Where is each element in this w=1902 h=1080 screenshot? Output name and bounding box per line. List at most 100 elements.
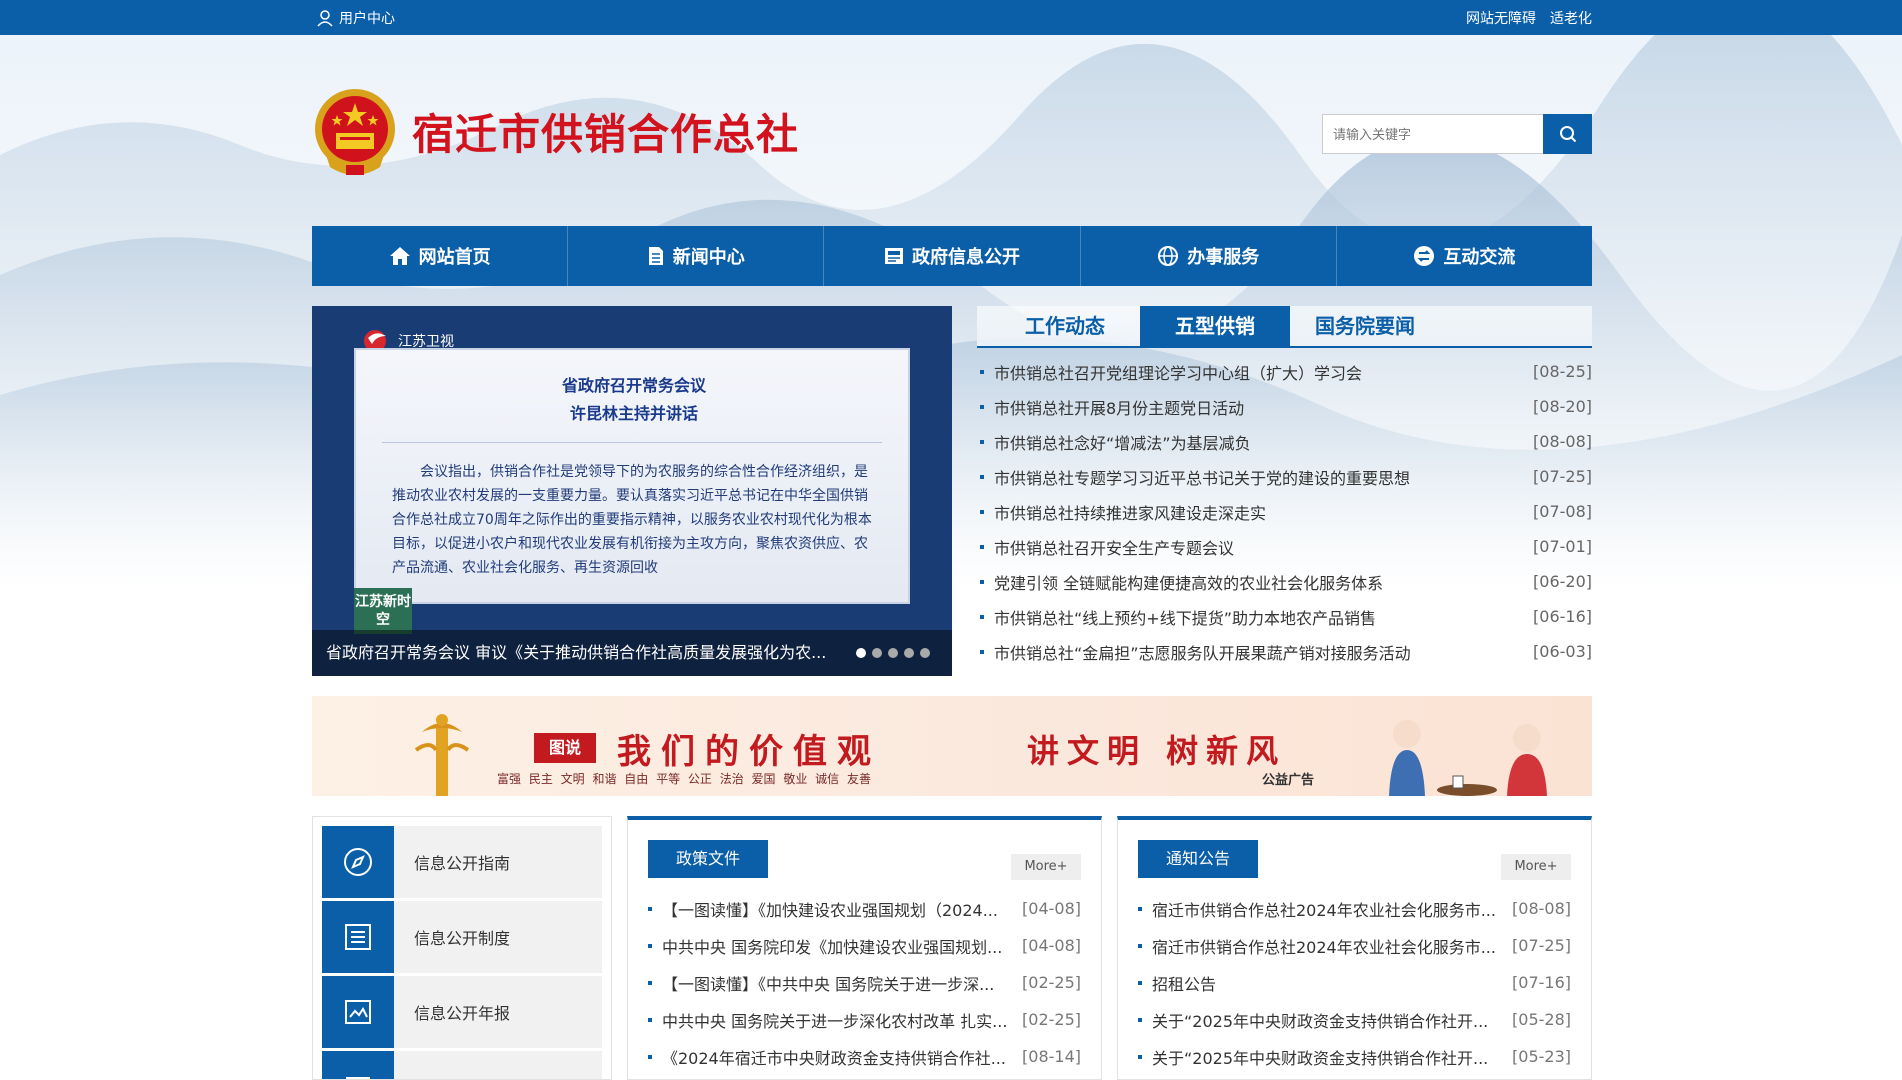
item-date: [04-08]	[1022, 899, 1081, 918]
sidebar-item-annual-report[interactable]: 信息公开年报	[322, 976, 602, 1048]
news-date: [08-25]	[1533, 362, 1592, 381]
news-list: 市供销总社召开党组理论学习中心组（扩大）学习会 [08-25] 市供销总社开展8月…	[977, 354, 1592, 669]
bullet	[648, 1054, 652, 1059]
nav-item-info-disclosure[interactable]: 政府信息公开	[824, 226, 1081, 286]
national-emblem-logo[interactable]	[312, 85, 398, 180]
item-title: 中共中央 国务院关于进一步深化农村改革 扎实...	[662, 1011, 1008, 1031]
list-item[interactable]: 市供销总社召开安全生产专题会议 [07-01]	[977, 529, 1592, 564]
list-item[interactable]: 市供销总社持续推进家风建设走深走实 [07-08]	[977, 494, 1592, 529]
banner-slogan: 讲文明 树新风	[1027, 732, 1287, 770]
list-item[interactable]: 【一图读懂】《中共中央 国务院关于进一步深... [02-25]	[648, 964, 1081, 1001]
banner-psa-label: 公益广告	[1262, 773, 1315, 788]
banner-values-list: 富强 民主 文明 和谐 自由 平等 公正 法治 爱国 敬业 诚信 友善	[497, 772, 871, 786]
top-bar: 用户中心 网站无障碍 适老化	[0, 0, 1902, 35]
list-item[interactable]: 市供销总社“金扁担”志愿服务队开展果蔬产销对接服务活动 [06-03]	[977, 634, 1592, 669]
values-banner[interactable]: 图说 我们的价值观 富强 民主 文明 和谐 自由 平等 公正 法治 爱国 敬业 …	[312, 696, 1592, 796]
elderly-mode-link[interactable]: 适老化	[1550, 8, 1592, 28]
carousel-dot[interactable]	[856, 648, 866, 658]
news-title: 市供销总社专题学习习近平总书记关于党的建设的重要思想	[994, 468, 1411, 488]
carousel-dot[interactable]	[904, 648, 914, 658]
sidebar-icon-box	[322, 976, 394, 1048]
item-title: 【一图读懂】《中共中央 国务院关于进一步深...	[662, 974, 995, 994]
news-title: 市供销总社念好“增减法”为基层减负	[994, 433, 1251, 453]
list-item[interactable]: 招租公告 [07-16]	[1138, 964, 1571, 1001]
search-icon	[1559, 126, 1576, 143]
nav-item-interaction[interactable]: 互动交流	[1337, 226, 1592, 286]
item-date: [02-25]	[1022, 973, 1081, 992]
tab-state-council-news[interactable]: 国务院要闻	[1290, 306, 1440, 346]
list-item[interactable]: 中共中央 国务院关于进一步深化农村改革 扎实... [02-25]	[648, 1001, 1081, 1038]
news-title: 市供销总社“线上预约+线下提货”助力本地农产品销售	[994, 608, 1376, 628]
item-date: [02-25]	[1022, 1010, 1081, 1029]
bullet	[648, 1017, 652, 1022]
bullet	[648, 943, 652, 948]
bullet	[980, 649, 984, 654]
list-item[interactable]: 宿迁市供销合作总社2024年农业社会化服务市... [08-08]	[1138, 890, 1571, 927]
search-button[interactable]	[1543, 114, 1592, 154]
tabbed-news: 工作动态 五型供销 国务院要闻 市供销总社召开党组理论学习中心组（扩大）学习会 […	[977, 306, 1592, 676]
tab-work-updates[interactable]: 工作动态	[990, 306, 1140, 346]
bullet	[648, 906, 652, 911]
slide-subheading: 许昆林主持并讲话	[569, 404, 698, 423]
list-item[interactable]: 市供销总社念好“增减法”为基层减负 [08-08]	[977, 424, 1592, 459]
news-title: 市供销总社召开党组理论学习中心组（扩大）学习会	[994, 363, 1363, 383]
list-item[interactable]: 【一图读懂】《加快建设农业强国规划（2024... [04-08]	[648, 890, 1081, 927]
panel-title[interactable]: 通知公告	[1138, 840, 1258, 878]
search-input[interactable]	[1322, 114, 1543, 154]
news-date: [08-08]	[1533, 432, 1592, 451]
list-item[interactable]: 中共中央 国务院印发《加快建设农业强国规划... [04-08]	[648, 927, 1081, 964]
list-item[interactable]: 宿迁市供销合作总社2024年农业社会化服务市... [07-25]	[1138, 927, 1571, 964]
item-date: [07-16]	[1512, 973, 1571, 992]
news-title: 市供销总社开展8月份主题党日活动	[994, 398, 1245, 418]
list-item[interactable]: 党建引领 全链赋能构建便捷高效的农业社会化服务体系 [06-20]	[977, 564, 1592, 599]
bullet	[980, 404, 984, 409]
item-title: 【一图读懂】《加快建设农业强国规划（2024...	[662, 900, 998, 920]
banner-tag: 图说	[534, 733, 596, 763]
user-icon	[317, 9, 333, 27]
sidebar-item-system[interactable]: 信息公开制度	[322, 901, 602, 973]
sidebar-item-label: 信息公开年报	[414, 1004, 511, 1023]
sidebar-item-label: 信息公开制度	[414, 929, 511, 948]
bullet	[1138, 980, 1142, 985]
sidebar-item-guide[interactable]: 信息公开指南	[322, 826, 602, 898]
tv-screen: 省政府召开常务会议 许昆林主持并讲话 会议指出，供销合作社是党领导下的为农服务的…	[354, 348, 910, 604]
tab-five-type-supply[interactable]: 五型供销	[1140, 306, 1290, 346]
item-date: [05-23]	[1512, 1047, 1571, 1066]
news-date: [06-16]	[1533, 607, 1592, 626]
list-icon	[345, 924, 371, 950]
carousel-dot[interactable]	[920, 648, 930, 658]
list-item[interactable]: 关于“2025年中央财政资金支持供销合作社开... [05-23]	[1138, 1038, 1571, 1075]
news-carousel[interactable]: 江苏卫视 省政府召开常务会议 许昆林主持并讲话 会议指出，供销合作社是党领导下的…	[312, 306, 952, 676]
nav-item-services[interactable]: 办事服务	[1081, 226, 1337, 286]
list-item[interactable]: 关于“2025年中央财政资金支持供销合作社开... [05-28]	[1138, 1001, 1571, 1038]
list-item[interactable]: 《2024年宿迁市中央财政资金支持供销合作社... [08-14]	[648, 1038, 1081, 1075]
bullet	[980, 509, 984, 514]
item-title: 《2024年宿迁市中央财政资金支持供销合作社...	[662, 1048, 1006, 1068]
more-button[interactable]: More+	[1011, 854, 1081, 880]
more-button[interactable]: More+	[1501, 854, 1571, 880]
list-item[interactable]: 市供销总社开展8月份主题党日活动 [08-20]	[977, 389, 1592, 424]
divider	[382, 442, 882, 443]
accessibility-link[interactable]: 网站无障碍	[1466, 8, 1536, 28]
news-date: [08-20]	[1533, 397, 1592, 416]
list-item[interactable]: 市供销总社召开党组理论学习中心组（扩大）学习会 [08-25]	[977, 354, 1592, 389]
carousel-dot[interactable]	[888, 648, 898, 658]
news-title: 党建引领 全链赋能构建便捷高效的农业社会化服务体系	[994, 573, 1384, 593]
user-center-link[interactable]: 用户中心	[316, 0, 395, 35]
policy-documents-panel: 政策文件 More+ 【一图读懂】《加快建设农业强国规划（2024... [04-…	[627, 816, 1102, 1080]
news-date: [07-01]	[1533, 537, 1592, 556]
nav-item-home[interactable]: 网站首页	[312, 226, 569, 286]
bullet	[648, 980, 652, 985]
carousel-dot[interactable]	[872, 648, 882, 658]
info-board-icon	[885, 248, 903, 264]
info-disclosure-sidebar: 信息公开指南 信息公开制度 信息公开年报	[312, 816, 612, 1080]
sidebar-item-more[interactable]	[322, 1051, 602, 1079]
policy-list: 【一图读懂】《加快建设农业强国规划（2024... [04-08] 中共中央 国务…	[628, 890, 1101, 1075]
list-item[interactable]: 市供销总社专题学习习近平总书记关于党的建设的重要思想 [07-25]	[977, 459, 1592, 494]
list-item[interactable]: 市供销总社“线上预约+线下提货”助力本地农产品销售 [06-16]	[977, 599, 1592, 634]
panel-title[interactable]: 政策文件	[648, 840, 768, 878]
exchange-icon	[1414, 246, 1435, 266]
nav-item-news[interactable]: 新闻中心	[568, 226, 825, 286]
item-title: 中共中央 国务院印发《加快建设农业强国规划...	[662, 937, 1003, 957]
nav-label: 新闻中心	[672, 247, 745, 268]
